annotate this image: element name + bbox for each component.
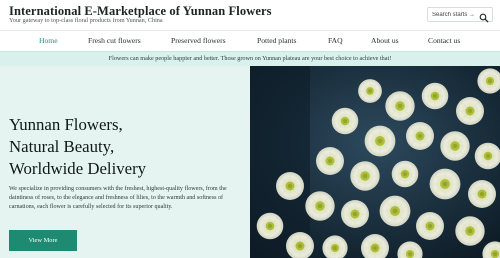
- search-icon[interactable]: [479, 10, 489, 23]
- main-nav: Home Fresh cut flowers Preserved flowers…: [0, 31, 500, 51]
- hero-flower-image: [250, 66, 500, 258]
- hero-heading-line: Worldwide Delivery: [9, 159, 147, 178]
- nav-item-about-us[interactable]: About us: [371, 36, 399, 45]
- search-input[interactable]: [432, 10, 478, 20]
- hero-heading: Yunnan Flowers, Natural Beauty, Worldwid…: [9, 114, 245, 180]
- nav-item-home[interactable]: Home: [39, 36, 58, 45]
- nav-item-faq[interactable]: FAQ: [328, 36, 343, 45]
- nav-item-preserved-flowers[interactable]: Preserved flowers: [171, 36, 226, 45]
- site-tagline: Your gateway to top-class floral product…: [9, 17, 163, 24]
- hero-content: Yunnan Flowers, Natural Beauty, Worldwid…: [0, 66, 250, 258]
- notice-text: Flowers can make people happier and bett…: [108, 55, 392, 62]
- chrysanthemum-photo-icon: [250, 66, 500, 258]
- hero-description: We specialize in providing consumers wit…: [9, 186, 227, 210]
- nav-item-contact-us[interactable]: Contact us: [428, 36, 460, 45]
- hero-section: Yunnan Flowers, Natural Beauty, Worldwid…: [0, 66, 500, 258]
- nav-item-fresh-cut-flowers[interactable]: Fresh cut flowers: [88, 36, 141, 45]
- hero-heading-line: Natural Beauty,: [9, 137, 115, 156]
- search-box[interactable]: [427, 7, 493, 23]
- nav-item-potted-plants[interactable]: Potted plants: [257, 36, 296, 45]
- view-more-button[interactable]: View More: [9, 230, 77, 251]
- hero-heading-line: Yunnan Flowers,: [9, 115, 123, 134]
- notice-bar: Flowers can make people happier and bett…: [0, 51, 500, 66]
- site-header: International E-Marketplace of Yunnan Fl…: [0, 0, 500, 30]
